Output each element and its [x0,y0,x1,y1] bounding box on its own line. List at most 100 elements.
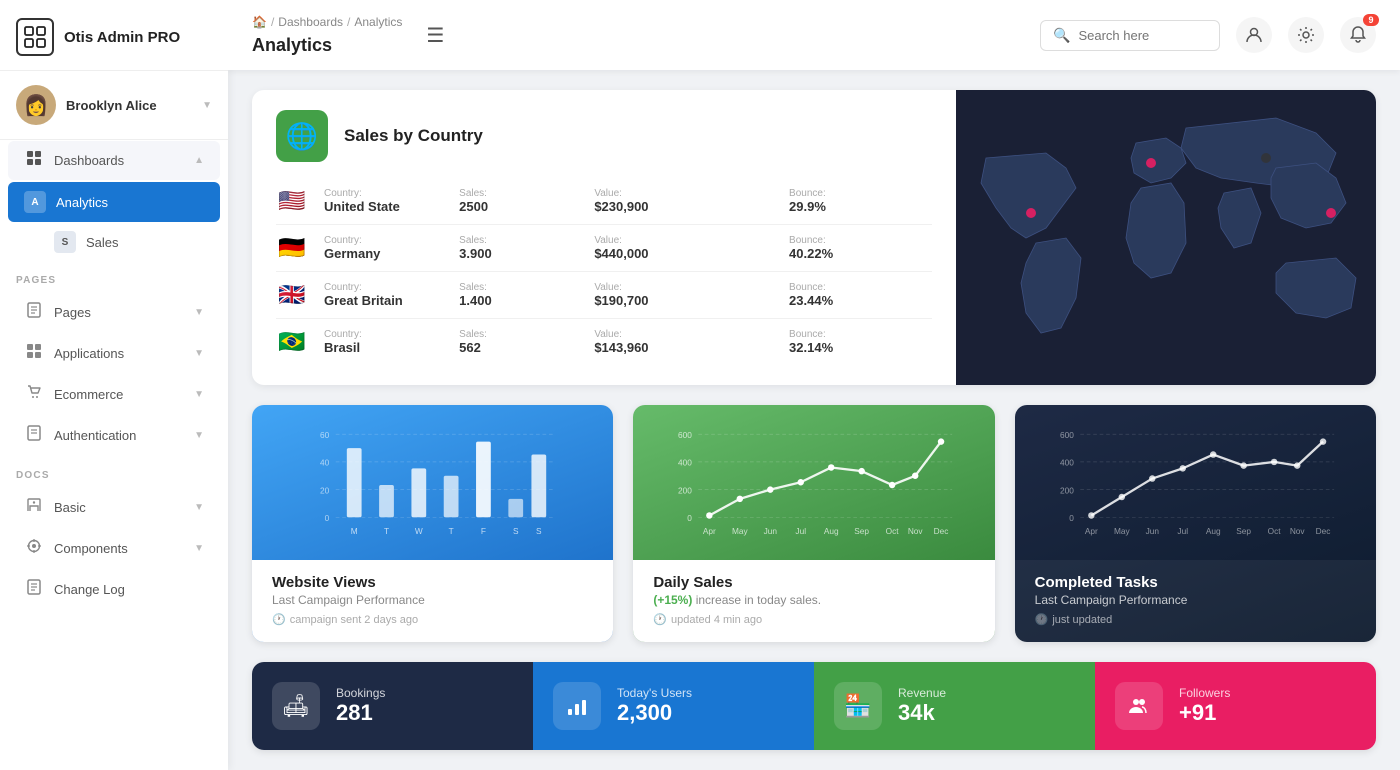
today-users-info: Today's Users 2,300 [617,686,692,726]
sales-us: Sales: 2500 [459,188,578,214]
completed-tasks-meta: 🕐 just updated [1035,613,1356,626]
sales-de: Sales: 3.900 [459,235,578,261]
ecommerce-label: Ecommerce [54,387,184,402]
value-us: Value: $230,900 [594,188,773,214]
applications-label: Applications [54,346,184,361]
breadcrumb-dashboards[interactable]: Dashboards [278,15,343,29]
website-views-footer: Website Views Last Campaign Performance … [252,560,613,642]
sidebar-item-basic[interactable]: Basic ▼ [8,488,220,527]
svg-text:Jun: Jun [764,526,778,536]
svg-text:May: May [1114,526,1131,536]
sales-country-header: 🌐 Sales by Country [252,90,956,178]
pages-label: Pages [54,305,184,320]
search-icon: 🔍 [1053,27,1070,44]
svg-text:200: 200 [678,485,692,495]
flag-br: 🇧🇷 [276,329,308,355]
daily-sales-subtitle: (+15%) increase in today sales. [653,593,974,607]
sidebar-item-pages[interactable]: Pages ▼ [8,293,220,332]
svg-text:0: 0 [325,513,330,523]
svg-text:Apr: Apr [1085,526,1098,536]
bookings-label: Bookings [336,686,385,700]
sidebar-item-changelog[interactable]: Change Log [8,570,220,609]
sidebar-item-sales[interactable]: S Sales [8,224,220,260]
svg-text:200: 200 [1060,485,1074,495]
ecommerce-chevron-icon: ▼ [194,389,204,400]
followers-label: Followers [1179,686,1230,700]
website-views-meta: 🕐 campaign sent 2 days ago [272,613,593,626]
svg-text:T: T [384,526,389,536]
settings-icon-button[interactable] [1288,17,1324,53]
svg-text:600: 600 [1060,430,1074,440]
sidebar-logo: Otis Admin PRO [0,0,228,71]
website-views-chart: 60 40 20 0 M T [252,405,613,560]
table-row: 🇬🇧 Country: Great Britain Sales: 1.400 V… [276,272,932,319]
pages-icon [24,302,44,323]
bookings-value: 281 [336,700,385,726]
revenue-value: 34k [898,700,946,726]
svg-text:Dec: Dec [934,526,949,536]
completed-tasks-chart: 600 400 200 0 Apr [1015,405,1376,560]
svg-text:Sep: Sep [1236,526,1251,536]
clock-icon: 🕐 [1035,613,1049,626]
bookings-info: Bookings 281 [336,686,385,726]
hamburger-button[interactable]: ☰ [418,19,452,52]
country-br: Country: Brasil [324,329,443,355]
dashboards-chevron-icon: ▲ [194,155,204,166]
dashboards-label: Dashboards [54,153,184,168]
svg-text:Oct: Oct [886,526,900,536]
sales-by-country-title: Sales by Country [344,126,483,146]
docs-section-label: DOCS [0,456,228,487]
applications-chevron-icon: ▼ [194,348,204,359]
components-label: Components [54,541,184,556]
sidebar-item-ecommerce[interactable]: Ecommerce ▼ [8,375,220,414]
user-profile[interactable]: 👩 Brooklyn Alice ▼ [0,71,228,140]
pages-chevron-icon: ▼ [194,307,204,318]
value-gb: Value: $190,700 [594,282,773,308]
svg-text:Sep: Sep [855,526,870,536]
sales-gb: Sales: 1.400 [459,282,578,308]
country-us: Country: United State [324,188,443,214]
main-content: 🏠 / Dashboards / Analytics Analytics ☰ 🔍… [228,0,1400,770]
revenue-icon: 🏪 [834,682,882,730]
bookings-icon: 🛋 [272,682,320,730]
today-users-value: 2,300 [617,700,692,726]
notification-button[interactable]: 9 [1340,17,1376,53]
today-users-label: Today's Users [617,686,692,700]
authentication-chevron-icon: ▼ [194,430,204,441]
svg-text:Jun: Jun [1145,526,1159,536]
followers-stat: Followers +91 [1095,662,1376,750]
user-icon-button[interactable] [1236,17,1272,53]
sidebar-item-components[interactable]: Components ▼ [8,529,220,568]
world-map [956,90,1376,385]
svg-text:W: W [415,526,423,536]
breadcrumb-path: 🏠 / Dashboards / Analytics [252,15,402,29]
value-de: Value: $440,000 [594,235,773,261]
website-views-title: Website Views [272,574,593,591]
svg-text:Aug: Aug [824,526,839,536]
svg-text:Nov: Nov [908,526,924,536]
basic-chevron-icon: ▼ [194,502,204,513]
sidebar-item-analytics[interactable]: A Analytics [8,182,220,222]
sales-label: Sales [86,235,204,250]
svg-text:Dec: Dec [1315,526,1330,536]
search-box: 🔍 [1040,20,1220,51]
sidebar-item-authentication[interactable]: Authentication ▼ [8,416,220,455]
user-chevron-icon: ▼ [202,100,212,111]
daily-sales-card: 600 400 200 0 [633,405,994,642]
svg-text:F: F [481,526,486,536]
country-gb: Country: Great Britain [324,282,443,308]
daily-sales-chart: 600 400 200 0 [633,405,994,560]
today-users-icon [553,682,601,730]
topbar: 🏠 / Dashboards / Analytics Analytics ☰ 🔍… [228,0,1400,70]
sidebar-item-dashboards[interactable]: Dashboards ▲ [8,141,220,180]
daily-sales-title: Daily Sales [653,574,974,591]
avatar: 👩 [16,85,56,125]
analytics-badge: A [24,191,46,213]
charts-row: 60 40 20 0 M T [252,405,1376,642]
logo-icon [16,18,54,56]
clock-icon: 🕐 [653,613,667,626]
revenue-info: Revenue 34k [898,686,946,726]
search-input[interactable] [1078,28,1207,43]
sidebar-item-applications[interactable]: Applications ▼ [8,334,220,373]
svg-text:Apr: Apr [703,526,716,536]
